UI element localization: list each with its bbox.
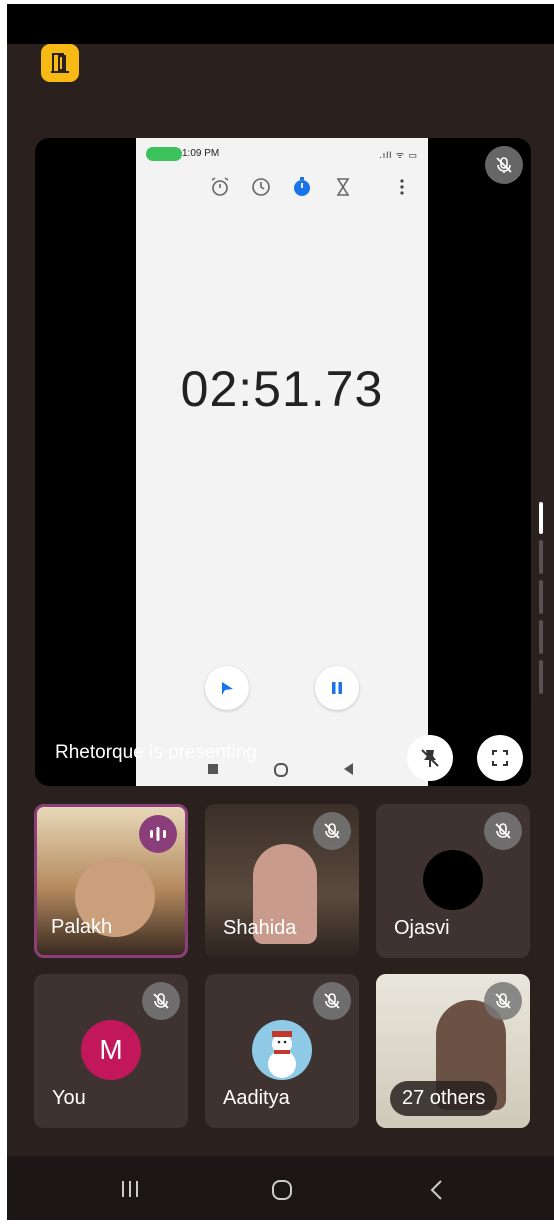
- clock-icon: [252, 178, 270, 196]
- scroll-indicator[interactable]: [539, 660, 543, 694]
- participant-name: Shahida: [223, 917, 297, 939]
- mic-off-icon: [153, 993, 169, 1009]
- recents-icon: [208, 764, 218, 774]
- participant-tile-shahida[interactable]: Shahida: [205, 804, 359, 958]
- meet-screen: 1:09 PM .ıll ᯤ ▭ 02:51.73 Rhetorque is p…: [7, 4, 554, 1220]
- recents-icon[interactable]: [119, 1178, 141, 1200]
- pause-icon: [332, 682, 342, 694]
- back-icon[interactable]: [427, 1178, 447, 1202]
- stopwatch-display: 02:51.73: [180, 361, 384, 417]
- avatar: [423, 850, 483, 910]
- mic-off-icon: [495, 993, 511, 1009]
- shared-screen: 1:09 PM .ıll ᯤ ▭ 02:51.73: [136, 138, 428, 786]
- door-icon: [51, 53, 69, 73]
- shared-clock: 1:09 PM: [182, 148, 220, 159]
- leave-call-button[interactable]: [41, 44, 79, 82]
- audio-level-icon: [150, 827, 166, 841]
- muted-badge: [313, 812, 351, 850]
- avatar: M: [81, 1020, 141, 1080]
- stopwatch-icon: [294, 177, 310, 196]
- clock-app-tabs: [136, 174, 428, 202]
- muted-badge: [142, 982, 180, 1020]
- muted-badge: [484, 812, 522, 850]
- home-icon[interactable]: [270, 1178, 294, 1202]
- presenter-label: Rhetorque is presenting: [55, 742, 257, 763]
- muted-badge: [313, 982, 351, 1020]
- others-count: 27 others: [390, 1081, 498, 1116]
- presentation-tile[interactable]: 1:09 PM .ıll ᯤ ▭ 02:51.73 Rhetorque is p…: [35, 138, 531, 786]
- fullscreen-button[interactable]: [477, 735, 523, 781]
- shared-status-bar: 1:09 PM .ıll ᯤ ▭: [136, 138, 428, 168]
- flag-icon: [222, 682, 233, 695]
- participant-tile-aaditya[interactable]: Aaditya: [205, 974, 359, 1128]
- scroll-indicator[interactable]: [539, 580, 543, 614]
- back-icon: [344, 763, 353, 775]
- presentation-muted-badge: [485, 146, 523, 184]
- timer-icon: [336, 178, 350, 196]
- participant-name: Ojasvi: [394, 917, 450, 939]
- scroll-indicator[interactable]: [539, 540, 543, 574]
- muted-badge: [484, 982, 522, 1020]
- participant-name: You: [52, 1087, 86, 1109]
- mic-off-icon: [495, 823, 511, 839]
- mic-off-icon: [324, 993, 340, 1009]
- signal-indicators: .ıll ᯤ ▭: [379, 150, 418, 160]
- device-status-bar: [7, 4, 554, 44]
- pause-button: [315, 666, 359, 710]
- avatar: [252, 1020, 312, 1080]
- speaking-indicator: [139, 815, 177, 853]
- home-icon: [274, 763, 288, 777]
- scroll-indicator-active[interactable]: [539, 502, 543, 534]
- alarm-icon: [211, 177, 229, 196]
- mic-off-icon: [324, 823, 340, 839]
- snowman-icon: [268, 1031, 296, 1078]
- participant-name: Aaditya: [223, 1087, 290, 1109]
- lap-button: [205, 666, 249, 710]
- participant-name: Palakh: [51, 916, 113, 938]
- scroll-indicator[interactable]: [539, 620, 543, 654]
- pin-off-icon: [421, 749, 439, 767]
- system-nav-bar: [7, 1156, 554, 1220]
- participant-tile-palakh[interactable]: Palakh: [34, 804, 188, 958]
- participant-tile-ojasvi[interactable]: Ojasvi: [376, 804, 530, 958]
- participant-tile-others[interactable]: 27 others: [376, 974, 530, 1128]
- unpin-button[interactable]: [407, 735, 453, 781]
- mic-off-icon: [496, 157, 512, 173]
- mic-indicator: [146, 147, 182, 161]
- fullscreen-icon: [492, 750, 508, 766]
- participant-tile-you[interactable]: M You: [34, 974, 188, 1128]
- more-options-icon: [400, 179, 404, 195]
